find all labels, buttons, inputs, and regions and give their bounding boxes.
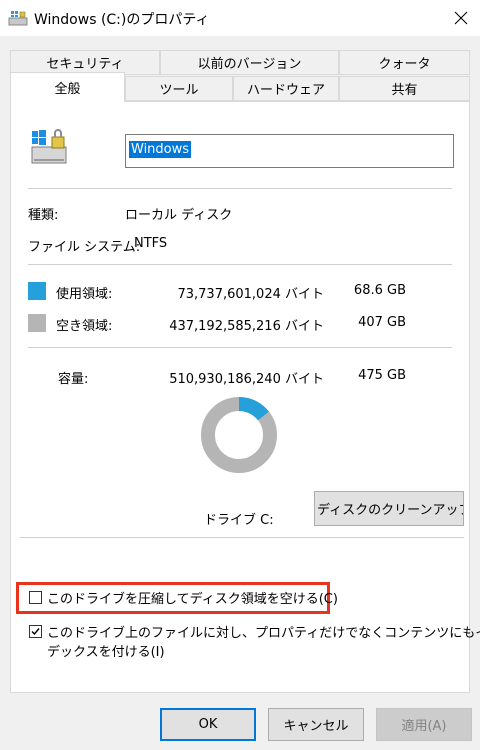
tab-quota[interactable]: クォータ [339,50,470,75]
window-title: Windows (C:)のプロパティ [34,12,210,28]
cancel-button[interactable]: キャンセル [268,708,364,741]
tab-previous-versions[interactable]: 以前のバージョン [160,50,339,75]
close-button[interactable] [442,0,480,36]
apply-button[interactable]: 適用(A) [376,708,472,741]
title-bar: Windows (C:)のプロパティ [0,0,480,36]
disk-cleanup-button[interactable]: ディスクのクリーンアップ(D) [314,491,464,526]
tab-hardware[interactable]: ハードウェア [233,76,339,101]
close-icon [454,11,468,25]
ok-button[interactable]: OK [160,708,256,741]
tab-sharing[interactable]: 共有 [339,76,470,101]
tab-general[interactable]: 全般 [10,72,125,102]
tab-tools[interactable]: ツール [125,76,233,101]
drive-properties-icon [8,9,28,27]
highlight-box [16,582,330,614]
